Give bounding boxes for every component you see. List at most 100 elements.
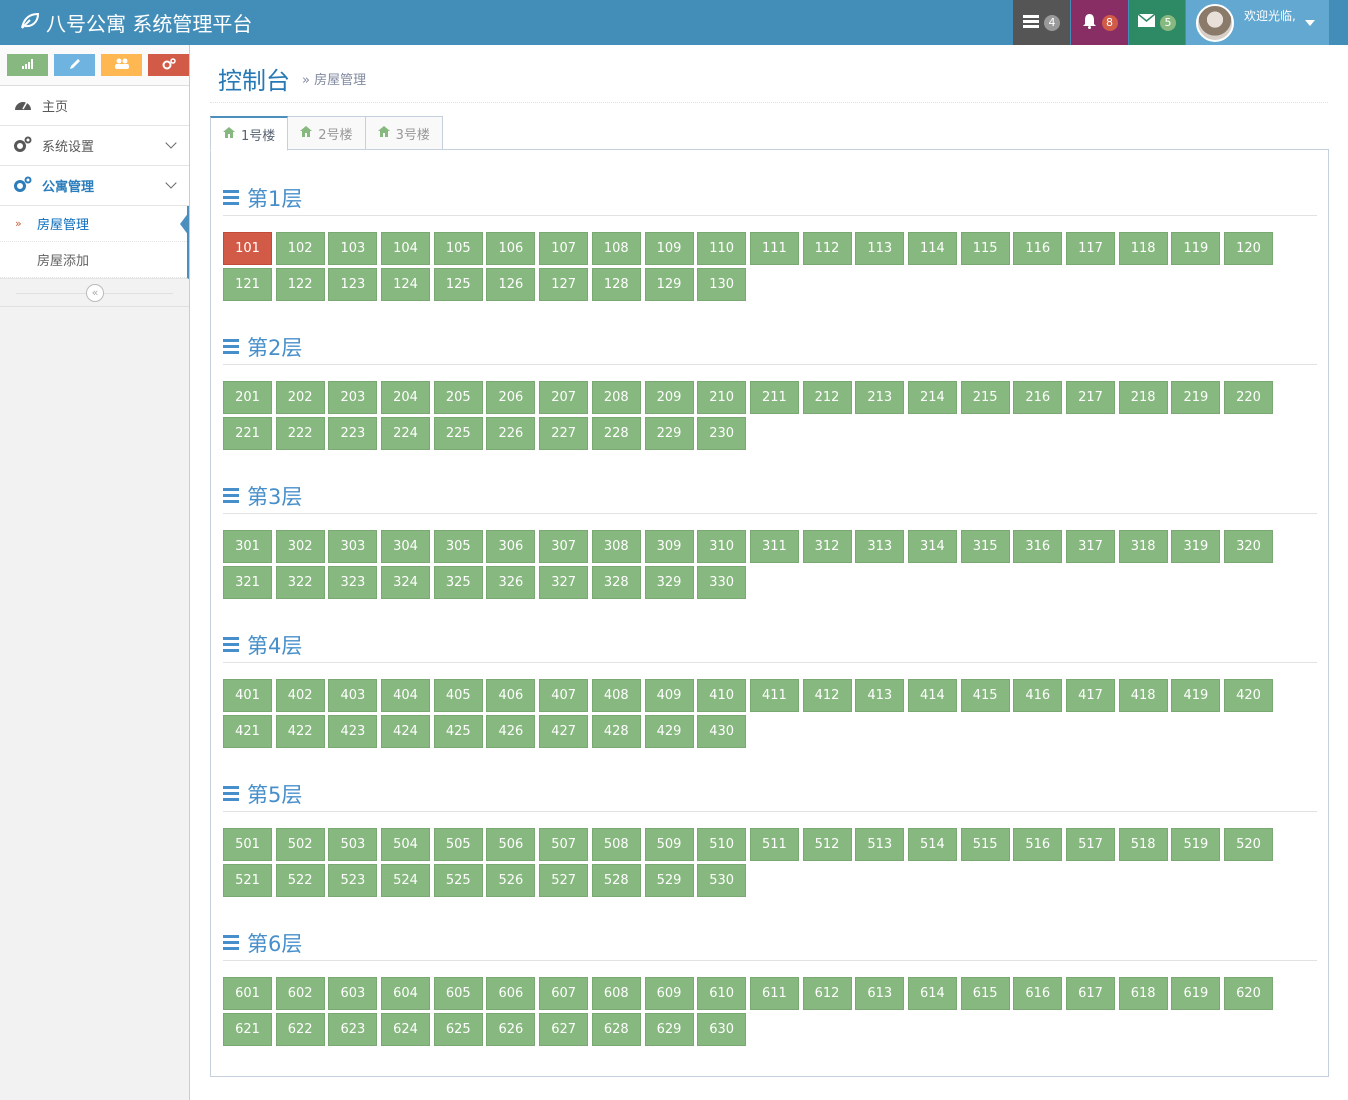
room-button[interactable]: 207 (539, 381, 589, 414)
room-button[interactable]: 313 (855, 530, 905, 563)
shortcut-signal-button[interactable] (7, 54, 48, 76)
room-button[interactable]: 424 (381, 715, 431, 748)
room-button[interactable]: 305 (433, 530, 483, 563)
room-button[interactable]: 125 (433, 268, 483, 301)
room-button[interactable]: 420 (1224, 679, 1274, 712)
room-button[interactable]: 124 (381, 268, 431, 301)
room-button[interactable]: 219 (1171, 381, 1221, 414)
room-button[interactable]: 421 (223, 715, 272, 748)
room-button[interactable]: 321 (223, 566, 272, 599)
room-button[interactable]: 430 (697, 715, 747, 748)
room-button[interactable]: 404 (381, 679, 431, 712)
room-button[interactable]: 225 (433, 417, 483, 450)
room-button[interactable]: 619 (1171, 977, 1221, 1010)
room-button[interactable]: 320 (1224, 530, 1274, 563)
room-button[interactable]: 328 (591, 566, 641, 599)
room-button[interactable]: 615 (960, 977, 1010, 1010)
room-button[interactable]: 229 (644, 417, 694, 450)
room-button[interactable]: 618 (1118, 977, 1168, 1010)
room-button[interactable]: 525 (433, 864, 483, 897)
room-button[interactable]: 625 (433, 1013, 483, 1046)
room-button[interactable]: 203 (328, 381, 378, 414)
room-button[interactable]: 512 (802, 828, 852, 861)
room-button[interactable]: 413 (855, 679, 905, 712)
room-button[interactable]: 318 (1118, 530, 1168, 563)
room-button[interactable]: 104 (381, 232, 431, 265)
room-button[interactable]: 324 (381, 566, 431, 599)
room-button[interactable]: 414 (907, 679, 957, 712)
room-button[interactable]: 224 (381, 417, 431, 450)
room-button[interactable]: 606 (486, 977, 536, 1010)
room-button[interactable]: 223 (328, 417, 378, 450)
room-button[interactable]: 205 (433, 381, 483, 414)
room-button[interactable]: 410 (697, 679, 747, 712)
room-button[interactable]: 627 (539, 1013, 589, 1046)
room-button[interactable]: 501 (223, 828, 272, 861)
room-button[interactable]: 624 (381, 1013, 431, 1046)
room-button[interactable]: 326 (486, 566, 536, 599)
room-button[interactable]: 614 (907, 977, 957, 1010)
room-button[interactable]: 115 (960, 232, 1010, 265)
room-button[interactable]: 528 (591, 864, 641, 897)
room-button[interactable]: 303 (328, 530, 378, 563)
room-button[interactable]: 429 (644, 715, 694, 748)
room-button[interactable]: 109 (644, 232, 694, 265)
room-button[interactable]: 510 (697, 828, 747, 861)
room-button[interactable]: 508 (591, 828, 641, 861)
room-button[interactable]: 405 (433, 679, 483, 712)
room-button[interactable]: 323 (328, 566, 378, 599)
room-button[interactable]: 112 (802, 232, 852, 265)
room-button[interactable]: 111 (749, 232, 799, 265)
room-button[interactable]: 513 (855, 828, 905, 861)
room-button[interactable]: 329 (644, 566, 694, 599)
room-button[interactable]: 311 (749, 530, 799, 563)
room-button[interactable]: 105 (433, 232, 483, 265)
room-button[interactable]: 409 (644, 679, 694, 712)
room-button[interactable]: 422 (275, 715, 325, 748)
room-button[interactable]: 515 (960, 828, 1010, 861)
room-button[interactable]: 412 (802, 679, 852, 712)
room-button[interactable]: 222 (275, 417, 325, 450)
room-button[interactable]: 520 (1224, 828, 1274, 861)
room-button[interactable]: 417 (1066, 679, 1115, 712)
sidebar-subitem-room-manage[interactable]: » 房屋管理 (0, 206, 189, 242)
room-button[interactable]: 514 (907, 828, 957, 861)
room-button[interactable]: 408 (591, 679, 641, 712)
room-button[interactable]: 312 (802, 530, 852, 563)
room-button[interactable]: 221 (223, 417, 272, 450)
room-button[interactable]: 113 (855, 232, 905, 265)
room-button[interactable]: 608 (591, 977, 641, 1010)
room-button[interactable]: 212 (802, 381, 852, 414)
room-button[interactable]: 118 (1118, 232, 1168, 265)
room-button[interactable]: 609 (644, 977, 694, 1010)
messages-menu[interactable]: 5 (1129, 0, 1185, 45)
room-button[interactable]: 630 (697, 1013, 747, 1046)
brand[interactable]: 八号公寓 系统管理平台 (20, 0, 252, 45)
room-button[interactable]: 613 (855, 977, 905, 1010)
room-button[interactable]: 117 (1066, 232, 1115, 265)
tab-building-1[interactable]: 1号楼 (210, 116, 289, 151)
room-button[interactable]: 522 (275, 864, 325, 897)
room-button[interactable]: 416 (1013, 679, 1063, 712)
room-button[interactable]: 213 (855, 381, 905, 414)
room-button[interactable]: 215 (960, 381, 1010, 414)
room-button[interactable]: 617 (1066, 977, 1115, 1010)
room-button[interactable]: 418 (1118, 679, 1168, 712)
room-button[interactable]: 610 (697, 977, 747, 1010)
room-button[interactable]: 527 (539, 864, 589, 897)
room-button[interactable]: 616 (1013, 977, 1063, 1010)
room-button[interactable]: 310 (697, 530, 747, 563)
room-button[interactable]: 415 (960, 679, 1010, 712)
room-button[interactable]: 621 (223, 1013, 272, 1046)
room-button[interactable]: 504 (381, 828, 431, 861)
room-button[interactable]: 116 (1013, 232, 1063, 265)
tasks-menu[interactable]: 4 (1013, 0, 1070, 45)
room-button[interactable]: 126 (486, 268, 536, 301)
room-button[interactable]: 505 (433, 828, 483, 861)
room-button[interactable]: 629 (644, 1013, 694, 1046)
notifications-menu[interactable]: 8 (1071, 0, 1128, 45)
room-button[interactable]: 110 (697, 232, 747, 265)
room-button[interactable]: 626 (486, 1013, 536, 1046)
room-button[interactable]: 101 (223, 232, 272, 265)
room-button[interactable]: 428 (591, 715, 641, 748)
